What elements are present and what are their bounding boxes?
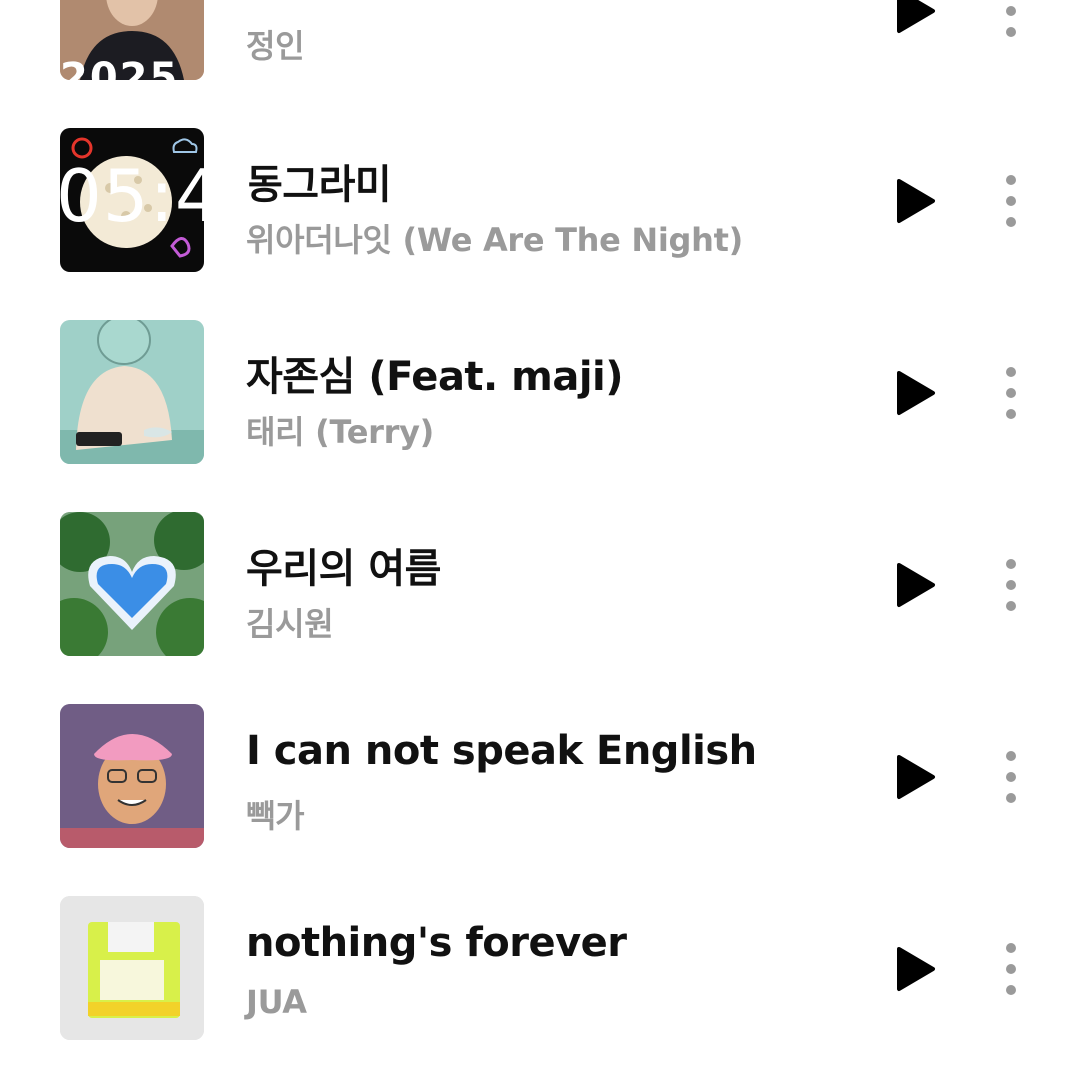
song-title: I can not speak English — [246, 728, 757, 774]
song-artist: 태리 (Terry) — [246, 413, 434, 451]
song-artist: 김시원 — [246, 605, 334, 643]
overlay-date-text: 2025 — [60, 55, 180, 101]
more-vertical-icon — [1006, 943, 1016, 995]
more-options-button[interactable] — [996, 174, 1026, 228]
more-vertical-icon — [1006, 559, 1016, 611]
more-options-button[interactable] — [996, 942, 1026, 996]
song-artist: 빽가 — [246, 797, 305, 835]
play-button[interactable] — [896, 178, 936, 224]
play-icon — [897, 755, 935, 799]
overlay-time-text: 05:41 — [56, 154, 269, 238]
play-button[interactable] — [896, 754, 936, 800]
song-row[interactable]: I can not speak English 빽가 — [0, 656, 1080, 848]
play-icon — [897, 563, 935, 607]
more-vertical-icon — [1006, 367, 1016, 419]
song-artist: JUA — [246, 983, 307, 1021]
song-artist: 위아더나잇 (We Are The Night) — [246, 221, 743, 259]
play-icon — [897, 371, 935, 415]
song-row[interactable]: 자존심 (Feat. maji) 태리 (Terry) — [0, 272, 1080, 464]
play-icon — [897, 0, 935, 33]
album-art — [60, 896, 204, 1040]
album-art — [60, 320, 204, 464]
more-options-button[interactable] — [996, 558, 1026, 612]
more-vertical-icon — [1006, 6, 1016, 37]
song-row[interactable]: nothing's forever JUA — [0, 848, 1080, 1040]
more-vertical-icon — [1006, 175, 1016, 227]
album-art — [60, 512, 204, 656]
play-button[interactable] — [896, 946, 936, 992]
play-icon — [897, 179, 935, 223]
play-button[interactable] — [896, 562, 936, 608]
song-title: nothing's forever — [246, 920, 627, 966]
more-options-button[interactable] — [996, 366, 1026, 420]
song-artist: 정인 — [246, 27, 305, 65]
more-vertical-icon — [1006, 751, 1016, 803]
song-row[interactable]: 우리의 여름 김시원 — [0, 464, 1080, 656]
more-options-button[interactable] — [996, 0, 1026, 38]
play-button[interactable] — [896, 370, 936, 416]
album-art — [60, 704, 204, 848]
more-options-button[interactable] — [996, 750, 1026, 804]
play-button[interactable] — [896, 0, 936, 34]
play-icon — [897, 947, 935, 991]
song-title: 자존심 (Feat. maji) — [246, 354, 624, 400]
song-title: 우리의 여름 — [246, 546, 441, 592]
